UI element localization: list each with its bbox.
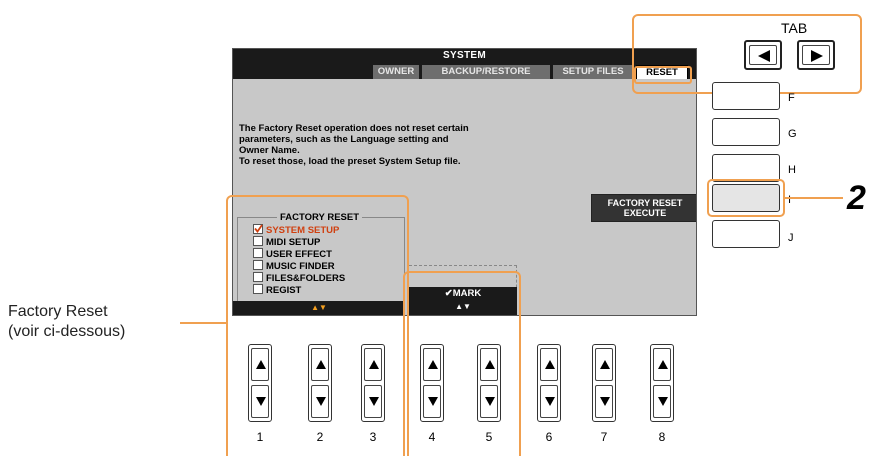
execute-label-line1: FACTORY RESET [607,198,683,208]
screen-title: SYSTEM [443,50,486,61]
execute-label-line2: EXECUTE [623,208,667,218]
side-button-g[interactable] [712,118,780,146]
down-arrow-icon [658,397,668,406]
right-arrow-icon [811,50,823,62]
side-label-i: I [788,194,792,206]
down-arrow-icon [545,397,555,406]
up-arrow-icon [369,360,379,369]
down-arrow-icon [316,397,326,406]
up-arrow-icon [545,360,555,369]
updown-button-6[interactable] [537,344,561,422]
callout-line2: (voir ci-dessous) [8,323,126,340]
button-number-3: 3 [369,430,377,444]
message-line: The Factory Reset operation does not res… [239,123,469,134]
up-arrow-icon [600,360,610,369]
up-arrow-icon [256,360,266,369]
side-button-f[interactable] [712,82,780,110]
updown-button-1[interactable] [248,344,272,422]
tab-label: TAB [781,20,808,36]
tab-owner[interactable]: OWNER [373,65,419,79]
button-number-8: 8 [658,430,666,444]
down-arrow-icon [256,397,266,406]
tab-setup-files[interactable]: SETUP FILES [553,65,633,79]
up-arrow-icon [428,360,438,369]
up-arrow-icon [485,360,495,369]
side-label-g: G [788,128,797,140]
updown-button-5[interactable] [477,344,501,422]
side-label-f: F [788,92,795,104]
down-arrow-icon [369,397,379,406]
button-number-2: 2 [316,430,324,444]
updown-button-8[interactable] [650,344,674,422]
side-button-h[interactable] [712,154,780,182]
left-arrow-icon [758,50,770,62]
updown-button-2[interactable] [308,344,332,422]
tab-backup-restore[interactable]: BACKUP/RESTORE [422,65,550,79]
up-arrow-icon [658,360,668,369]
step-callout-line [785,197,843,199]
tab-left-button[interactable] [744,40,782,70]
side-button-j[interactable] [712,220,780,248]
tab-right-button[interactable] [797,40,835,70]
button-number-5: 5 [485,430,493,444]
side-label-h: H [788,164,796,176]
button-number-4: 4 [428,430,436,444]
info-message: The Factory Reset operation does not res… [239,123,599,167]
side-label-j: J [788,232,794,244]
button-number-6: 6 [545,430,553,444]
factory-reset-callout-line [180,322,226,324]
up-arrow-icon [316,360,326,369]
down-arrow-icon [485,397,495,406]
down-arrow-icon [600,397,610,406]
message-line: parameters, such as the Language setting… [239,134,449,145]
updown-button-3[interactable] [361,344,385,422]
button-number-1: 1 [256,430,264,444]
side-button-i[interactable] [712,184,780,212]
callout-line1: Factory Reset [8,303,108,320]
reset-tab-highlight [634,66,692,84]
message-line: Owner Name. [239,145,300,156]
updown-button-7[interactable] [592,344,616,422]
down-arrow-icon [428,397,438,406]
factory-reset-execute-button[interactable]: FACTORY RESET EXECUTE [591,194,696,222]
factory-reset-callout: Factory Reset (voir ci-dessous) [8,302,125,342]
message-line: To reset those, load the preset System S… [239,156,461,167]
updown-button-4[interactable] [420,344,444,422]
button-number-7: 7 [600,430,608,444]
step-number: 2 [847,179,866,217]
